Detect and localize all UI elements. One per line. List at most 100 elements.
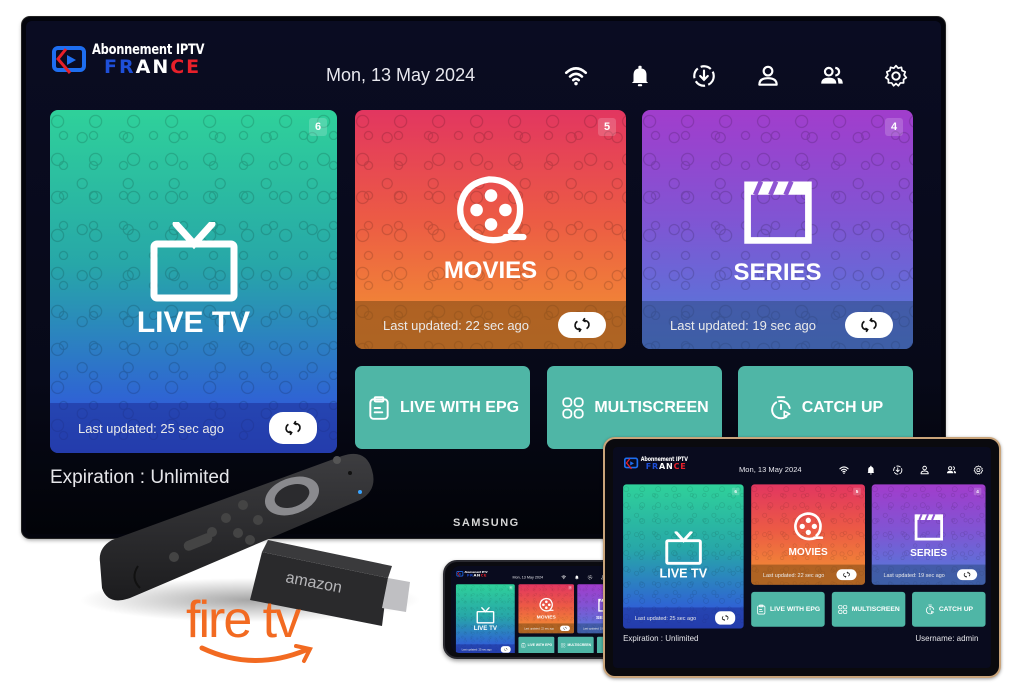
live-tv-footer: Last updated: 25 sec ago bbox=[623, 607, 744, 629]
live-tv-card[interactable]: 6 LIVE TV Last updated: 25 sec ago bbox=[455, 584, 515, 653]
movies-refresh-button[interactable] bbox=[560, 625, 570, 631]
movies-card[interactable]: 5 MOVIES Last updated: 22 sec ago bbox=[751, 484, 865, 585]
logo-line2: FRANCE bbox=[645, 461, 687, 471]
catch-up-label: CATCH UP bbox=[801, 398, 884, 416]
wifi-icon[interactable] bbox=[839, 465, 850, 476]
movies-footer: Last updated: 22 sec ago bbox=[518, 623, 574, 634]
user-icon[interactable] bbox=[919, 465, 930, 476]
movies-footer: Last updated: 22 sec ago bbox=[355, 301, 626, 349]
movies-card[interactable]: 5 MOVIES Last updated: 22 sec ago bbox=[355, 110, 626, 349]
live-tv-refresh-button[interactable] bbox=[715, 611, 736, 625]
series-refresh-button[interactable] bbox=[956, 569, 978, 581]
stopwatch-icon bbox=[925, 604, 935, 615]
top-toolbar bbox=[563, 63, 909, 89]
live-tv-last-updated: Last updated: 25 sec ago bbox=[461, 647, 492, 651]
current-date: Mon, 13 May 2024 bbox=[512, 575, 544, 580]
live-tv-count-badge: 6 bbox=[731, 487, 740, 496]
live-tv-refresh-button[interactable] bbox=[269, 412, 317, 444]
series-refresh-button[interactable] bbox=[845, 312, 893, 338]
bell-icon[interactable] bbox=[627, 63, 653, 89]
bell-icon[interactable] bbox=[574, 575, 579, 580]
live-tv-refresh-button[interactable] bbox=[500, 646, 511, 653]
movies-count-badge: 5 bbox=[568, 585, 572, 590]
series-card[interactable]: 4 SERIES Last updated: 19 sec ago bbox=[871, 484, 986, 585]
movies-last-updated: Last updated: 22 sec ago bbox=[524, 626, 555, 630]
catch-up-label: CATCH UP bbox=[938, 605, 974, 613]
live-tv-card[interactable]: 6 LIVE TV Last updated: 25 sec ago bbox=[50, 110, 337, 453]
download-icon[interactable] bbox=[691, 63, 717, 89]
live-with-epg-label: LIVE WITH EPG bbox=[770, 605, 821, 613]
users-icon[interactable] bbox=[819, 63, 845, 89]
multiscreen-label: MULTISCREEN bbox=[594, 398, 709, 416]
movies-refresh-button[interactable] bbox=[558, 312, 606, 338]
series-title: SERIES bbox=[733, 259, 822, 286]
stopwatch-icon bbox=[770, 395, 791, 419]
logo-tv-icon bbox=[52, 46, 86, 74]
movies-last-updated: Last updated: 22 sec ago bbox=[383, 317, 530, 333]
app-logo: Abonnement IPTV FRANCE bbox=[52, 43, 229, 77]
live-with-epg-button[interactable]: LIVE WITH EPG bbox=[518, 636, 555, 653]
firetv-logo: fire tv bbox=[186, 594, 318, 668]
series-count-badge: 4 bbox=[973, 487, 982, 496]
live-with-epg-label: LIVE WITH EPG bbox=[527, 643, 553, 647]
multiscreen-label: MULTISCREEN bbox=[851, 605, 900, 613]
grid-icon bbox=[838, 604, 848, 614]
user-icon[interactable] bbox=[755, 63, 781, 89]
catch-up-button[interactable]: CATCH UP bbox=[912, 591, 986, 627]
multiscreen-label: MULTISCREEN bbox=[567, 643, 591, 647]
settings-icon[interactable] bbox=[883, 63, 909, 89]
refresh-icon bbox=[285, 420, 301, 436]
tv-icon bbox=[476, 607, 495, 624]
refresh-icon bbox=[963, 571, 971, 578]
live-with-epg-button[interactable]: LIVE WITH EPG bbox=[751, 591, 825, 627]
logo-line2: FRANCE bbox=[104, 56, 202, 78]
refresh-icon bbox=[563, 626, 567, 630]
refresh-icon bbox=[504, 647, 508, 651]
wifi-icon[interactable] bbox=[561, 575, 567, 580]
film-reel-icon bbox=[793, 512, 824, 541]
movies-card[interactable]: 5 MOVIES Last updated: 22 sec ago bbox=[518, 584, 574, 634]
logo-tv-icon bbox=[456, 571, 464, 577]
clipboard-icon bbox=[369, 395, 389, 420]
live-tv-last-updated: Last updated: 25 sec ago bbox=[634, 614, 697, 622]
movies-refresh-button[interactable] bbox=[836, 569, 857, 581]
live-tv-title: LIVE TV bbox=[659, 566, 708, 581]
live-tv-footer: Last updated: 25 sec ago bbox=[455, 644, 515, 653]
app-logo: Abonnement IPTV FRANCE bbox=[623, 455, 698, 471]
tablet-screen: Abonnement IPTV FRANCE Mon, 13 May 2024 … bbox=[613, 447, 991, 668]
live-with-epg-button[interactable]: LIVE WITH EPG bbox=[355, 366, 530, 449]
logo-line2: FRANCE bbox=[466, 573, 487, 578]
live-tv-footer: Last updated: 25 sec ago bbox=[50, 403, 337, 453]
tv-icon bbox=[665, 531, 702, 565]
download-icon[interactable] bbox=[892, 465, 903, 476]
live-tv-card[interactable]: 6 LIVE TV Last updated: 25 sec ago bbox=[623, 484, 744, 629]
movies-title: MOVIES bbox=[788, 546, 828, 558]
series-card[interactable]: 4 SERIES Last updated: 19 sec ago bbox=[642, 110, 913, 349]
current-date: Mon, 13 May 2024 bbox=[326, 65, 476, 85]
multiscreen-button[interactable]: MULTISCREEN bbox=[557, 636, 594, 653]
download-icon[interactable] bbox=[587, 575, 593, 580]
clipboard-icon bbox=[521, 642, 526, 648]
tv-brand-label: SAMSUNG bbox=[453, 517, 520, 529]
refresh-icon bbox=[861, 317, 877, 333]
movies-title: MOVIES bbox=[443, 257, 538, 284]
live-tv-last-updated: Last updated: 25 sec ago bbox=[78, 420, 225, 436]
users-icon[interactable] bbox=[946, 465, 957, 476]
multiscreen-button[interactable]: MULTISCREEN bbox=[831, 591, 906, 627]
expiration-status: Expiration : Unlimited bbox=[50, 467, 230, 488]
username-label: Username: admin bbox=[915, 634, 979, 644]
movies-count-badge: 5 bbox=[598, 118, 616, 136]
logo-line1: Abonnement IPTV bbox=[464, 570, 488, 574]
live-with-epg-label: LIVE WITH EPG bbox=[399, 398, 520, 416]
film-reel-icon bbox=[456, 176, 527, 244]
bell-icon[interactable] bbox=[865, 465, 876, 476]
app-logo: Abonnement IPTV FRANCE bbox=[456, 571, 492, 578]
clipboard-icon bbox=[757, 604, 766, 615]
wifi-icon[interactable] bbox=[563, 63, 589, 89]
live-tv-title: LIVE TV bbox=[136, 306, 251, 339]
app-home-screen: Abonnement IPTV FRANCE Mon, 13 May 2024 … bbox=[613, 447, 991, 662]
movies-count-badge: 5 bbox=[853, 487, 861, 496]
settings-icon[interactable] bbox=[973, 465, 984, 476]
live-tv-count-badge: 6 bbox=[509, 585, 513, 590]
logo-line1: Abonnement IPTV bbox=[640, 455, 688, 463]
